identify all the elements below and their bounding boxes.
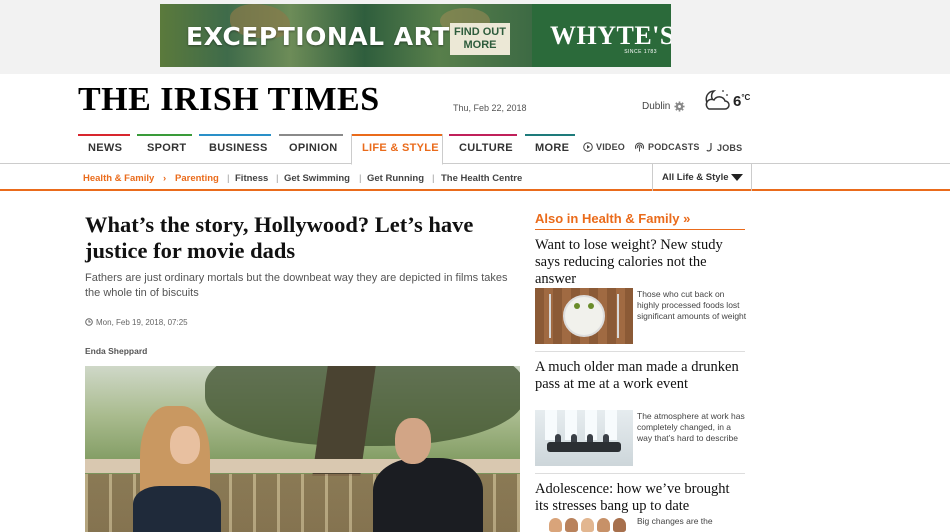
tab-sport-label: SPORT <box>147 142 187 154</box>
sidebar-story-thumbnail[interactable] <box>535 288 633 344</box>
partly-cloudy-night-icon <box>705 90 730 110</box>
thumb-plate <box>563 295 605 337</box>
tab-business-bar <box>199 134 271 136</box>
weather-city[interactable]: Dublin <box>642 101 670 112</box>
tab-culture[interactable]: CULTURE <box>449 134 517 164</box>
nav-podcasts-link[interactable]: PODCASTS <box>634 142 700 152</box>
gear-icon[interactable] <box>674 101 685 112</box>
subnav-get-swimming[interactable]: Get Swimming <box>284 173 350 184</box>
section-subnav: Health & Family › Parenting | Fitness | … <box>0 164 950 191</box>
hero-man-head <box>395 418 431 464</box>
sidebar-story-title[interactable]: A much older man made a drunken pass at … <box>535 359 745 393</box>
jobs-icon <box>706 143 712 152</box>
tab-news-label: NEWS <box>88 142 123 154</box>
ad-strip: EXCEPTIONAL ART FIND OUT MORE WHYTE'S SI… <box>0 0 950 74</box>
tab-opinion-bar <box>279 134 343 136</box>
nav-video-label: VIDEO <box>596 142 626 152</box>
sidebar-story-thumbnail[interactable] <box>535 515 633 532</box>
thumb-face <box>613 518 626 532</box>
hero-woman-coat <box>133 486 221 532</box>
subnav-health-centre[interactable]: The Health Centre <box>441 173 522 184</box>
weather-temperature: 6°C <box>733 93 750 110</box>
nav-video-link[interactable]: VIDEO <box>583 142 625 152</box>
play-icon <box>583 142 593 152</box>
subnav-separator: | <box>432 173 435 184</box>
caret-down-icon <box>731 174 743 181</box>
thumb-eye <box>588 303 594 309</box>
thumb-fork <box>549 294 551 338</box>
clock-icon <box>85 318 93 326</box>
subnav-fitness[interactable]: Fitness <box>235 173 268 184</box>
ad-brand-panel: WHYTE'S SINCE 1783 <box>532 4 671 67</box>
subnav-health-family[interactable]: Health & Family <box>83 173 154 184</box>
tab-sport-bar <box>137 134 192 136</box>
sidebar-story-summary: Those who cut back on highly processed f… <box>637 289 747 321</box>
chevron-right-icon: › <box>163 173 167 184</box>
subnav-parenting[interactable]: Parenting <box>175 173 219 184</box>
ad-find-out-more-button[interactable]: FIND OUT MORE <box>450 23 510 55</box>
subnav-separator: | <box>359 173 362 184</box>
ad-headline: EXCEPTIONAL ART <box>186 22 450 51</box>
article-timestamp: Mon, Feb 19, 2018, 07:25 <box>85 318 188 327</box>
sidebar-story-summary: Big changes are the <box>637 516 713 526</box>
article-headline: What’s the story, Hollywood? Let’s have … <box>85 212 474 263</box>
site-logo[interactable]: THE IRISH TIMES <box>78 81 380 119</box>
thumb-face <box>565 518 578 532</box>
podcast-icon <box>635 142 644 152</box>
article-standfirst: Fathers are just ordinary mortals but th… <box>85 272 508 299</box>
subnav-get-running[interactable]: Get Running <box>367 173 424 184</box>
tab-sport[interactable]: SPORT <box>137 134 192 164</box>
sidebar-story-title[interactable]: Want to lose weight? New study says redu… <box>535 237 745 288</box>
tab-culture-bar <box>449 134 517 136</box>
nav-podcasts-label: PODCASTS <box>648 142 700 152</box>
sidebar-story-thumbnail[interactable] <box>535 410 633 466</box>
sidebar-story-summary: The atmosphere at work has completely ch… <box>637 411 745 443</box>
sidebar-heading[interactable]: Also in Health & Family » <box>535 211 745 230</box>
tab-more[interactable]: MORE <box>525 134 575 164</box>
nav-jobs-label: JOBS <box>717 143 743 153</box>
tab-business-label: BUSINESS <box>209 142 268 154</box>
main-nav: NEWS SPORT BUSINESS OPINION LIFE & STYLE… <box>0 134 950 165</box>
nav-jobs-link[interactable]: JOBS <box>706 142 742 153</box>
tab-culture-label: CULTURE <box>459 142 513 154</box>
sidebar-divider <box>535 473 745 474</box>
tab-opinion[interactable]: OPINION <box>279 134 343 164</box>
thumb-table <box>547 442 621 452</box>
masthead-date: Thu, Feb 22, 2018 <box>453 103 527 113</box>
article-author[interactable]: Enda Sheppard <box>85 346 147 356</box>
tab-more-bar <box>525 134 575 136</box>
ad-brand-name: WHYTE'S <box>550 21 671 50</box>
dropdown-label: All Life & Style <box>662 172 729 183</box>
thumb-knife <box>617 294 619 338</box>
subnav-separator: | <box>227 173 230 184</box>
tab-life-and-style[interactable]: LIFE & STYLE <box>351 134 443 165</box>
tab-business[interactable]: BUSINESS <box>199 134 271 164</box>
ad-cta-line-1: FIND OUT <box>454 26 506 38</box>
tab-more-label: MORE <box>535 142 570 154</box>
ad-cta-line-2: MORE <box>463 39 497 51</box>
article-timestamp-text: Mon, Feb 19, 2018, 07:25 <box>96 318 188 327</box>
ad-brand-since: SINCE 1783 <box>624 49 657 55</box>
tab-opinion-label: OPINION <box>289 142 338 154</box>
thumb-face <box>597 518 610 532</box>
hero-man-body <box>373 458 483 532</box>
article-hero-image <box>85 366 520 532</box>
thumb-face <box>549 518 562 532</box>
tab-news-bar <box>78 134 130 136</box>
subnav-separator: | <box>276 173 279 184</box>
weather-temp-unit: °C <box>741 93 751 102</box>
all-life-style-dropdown[interactable]: All Life & Style <box>652 164 752 191</box>
thumb-eye <box>574 303 580 309</box>
sidebar-divider <box>535 351 745 352</box>
tab-news[interactable]: NEWS <box>78 134 130 164</box>
advert-banner[interactable]: EXCEPTIONAL ART FIND OUT MORE WHYTE'S SI… <box>160 4 671 67</box>
sidebar-story-title[interactable]: Adolescence: how we’ve brought its stres… <box>535 481 745 515</box>
tab-life-and-style-bar <box>352 134 442 136</box>
hero-woman-face <box>170 426 200 464</box>
tab-life-and-style-label: LIFE & STYLE <box>362 142 439 154</box>
thumb-face <box>581 518 594 532</box>
